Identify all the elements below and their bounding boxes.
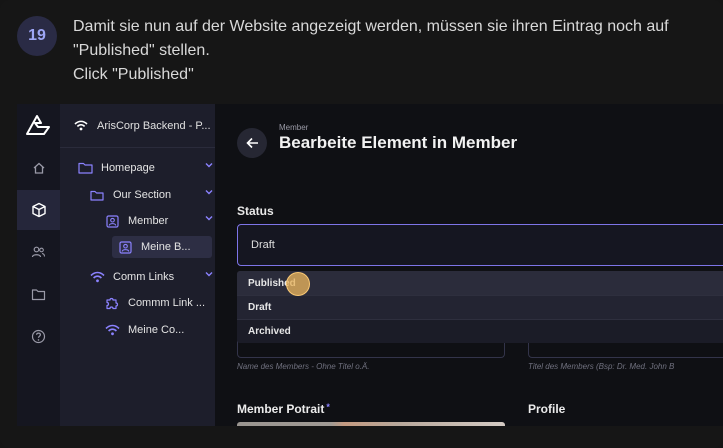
portrait-label-text: Member Potrait [237, 402, 325, 416]
tree-item-label: Comm Links [113, 271, 175, 283]
wifi-icon [74, 120, 88, 131]
navigation-tree: ArisCorp Backend - P... Homepage Our Sec… [60, 104, 215, 426]
folder-icon [76, 162, 94, 174]
tree-item-label: Member [128, 215, 169, 227]
option-archived[interactable]: Archived [237, 319, 723, 343]
help-icon[interactable] [17, 316, 60, 356]
breadcrumb[interactable]: Member [279, 123, 308, 132]
wifi-icon [103, 324, 121, 336]
status-select[interactable]: Draft [237, 224, 723, 266]
tree-item-commm-link[interactable]: Commm Link ... [103, 292, 216, 314]
arrow-left-icon [245, 137, 258, 149]
step-number-badge: 19 [17, 16, 57, 56]
app-screenshot: ArisCorp Backend - P... Homepage Our Sec… [17, 104, 723, 426]
folder-icon[interactable] [17, 274, 60, 314]
project-name: ArisCorp Backend - P... [97, 119, 211, 132]
title-hint: Titel des Members (Bsp: Dr. Med. John B [528, 362, 675, 371]
puzzle-icon [103, 296, 121, 310]
portrait-label: Member Potrait * [237, 402, 330, 416]
users-icon[interactable] [17, 232, 60, 272]
required-marker: * [326, 402, 330, 412]
folder-icon [88, 190, 106, 201]
tree-item-comm-links[interactable]: Comm Links [88, 266, 216, 288]
box-icon[interactable] [17, 190, 60, 230]
tree-item-our-section[interactable]: Our Section [88, 184, 216, 206]
portrait-image-preview[interactable] [237, 422, 505, 426]
page-title: Bearbeite Element in Member [279, 133, 518, 152]
profile-label: Profile [528, 402, 566, 416]
editor-main: Member Bearbeite Element in Member Statu… [215, 104, 723, 426]
project-header[interactable]: ArisCorp Backend - P... [60, 104, 215, 148]
back-button[interactable] [237, 128, 267, 158]
tree-item-meine-b[interactable]: Meine B... [112, 236, 212, 258]
name-hint: Name des Members - Ohne Titel o.Ä. [237, 362, 370, 371]
status-value: Draft [251, 239, 275, 251]
contact-icon [103, 214, 121, 228]
logo-icon [26, 115, 50, 135]
tutorial-step-card: 19 Damit sie nun auf der Website angezei… [0, 0, 723, 448]
option-draft[interactable]: Draft [237, 295, 723, 319]
tree-item-meine-co[interactable]: Meine Co... [103, 319, 216, 341]
tree-item-member[interactable]: Member [103, 210, 216, 232]
home-icon[interactable] [17, 148, 60, 188]
wifi-icon [88, 271, 106, 283]
contact-icon [116, 240, 134, 254]
icon-rail [17, 104, 60, 426]
tree-item-label: Homepage [101, 162, 155, 174]
tree-item-label: Our Section [113, 189, 172, 201]
tree-item-label: Commm Link ... [128, 297, 206, 309]
chevron-down-icon[interactable] [204, 213, 214, 226]
chevron-down-icon[interactable] [204, 187, 214, 200]
chevron-down-icon[interactable] [204, 160, 214, 173]
chevron-down-icon[interactable] [204, 269, 214, 282]
instruction-line-1: Damit sie nun auf der Website angezeigt … [73, 18, 669, 35]
tree-item-label: Meine Co... [128, 324, 185, 336]
step-instruction: Damit sie nun auf der Website angezeigt … [73, 15, 703, 87]
instruction-line-3: Click "Published" [73, 66, 194, 83]
tree-item-homepage[interactable]: Homepage [76, 157, 216, 179]
click-indicator [286, 272, 310, 296]
instruction-line-2: "Published" stellen. [73, 42, 210, 59]
tree-item-label: Meine B... [141, 241, 191, 253]
status-label: Status [237, 204, 274, 218]
